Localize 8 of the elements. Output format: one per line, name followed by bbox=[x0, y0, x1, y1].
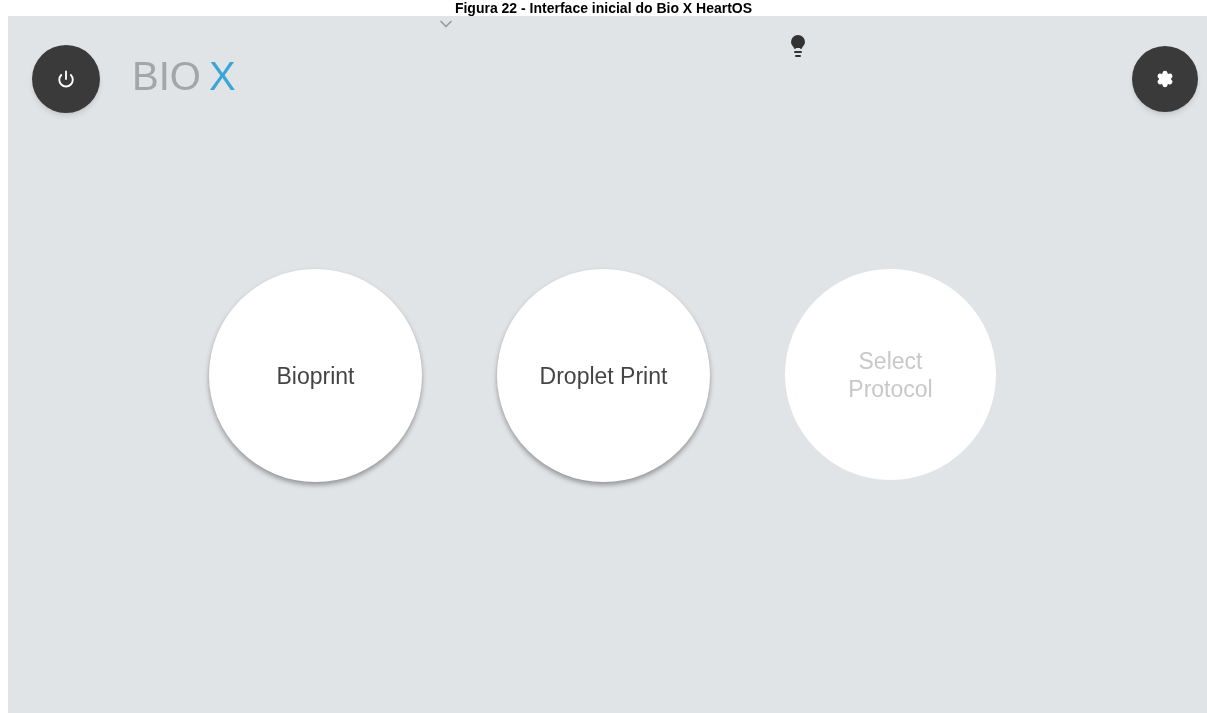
settings-button[interactable] bbox=[1132, 46, 1198, 112]
figure-caption: Figura 22 - Interface inicial do Bio X HeartOS bbox=[454, 0, 753, 16]
power-icon bbox=[57, 70, 75, 88]
logo: BIO X bbox=[132, 56, 236, 96]
mode-button[interactable]: Droplet Print bbox=[497, 269, 710, 482]
settings-icon bbox=[1156, 70, 1174, 88]
mode-button[interactable]: Bioprint bbox=[209, 269, 422, 482]
power-button[interactable] bbox=[32, 45, 100, 113]
